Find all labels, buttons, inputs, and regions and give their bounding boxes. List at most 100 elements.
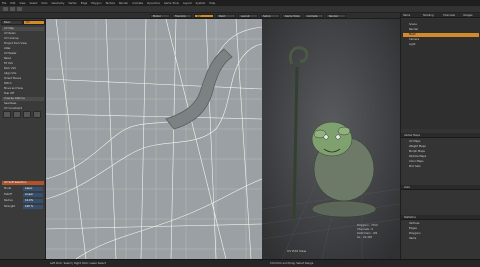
menu-item-edge[interactable]: Edge: [81, 2, 88, 5]
left-item-16[interactable]: UV Constraint: [2, 107, 44, 111]
tab-basic[interactable]: Basic: [1, 20, 23, 25]
prop-value-1[interactable]: Linear: [23, 193, 43, 197]
uv-tool-icon-1[interactable]: [3, 111, 11, 118]
main-toolbar: [0, 6, 480, 13]
map-item-4[interactable]: Color Maps: [403, 160, 479, 164]
menu-item-texture[interactable]: Texture: [105, 2, 115, 5]
left-item-12[interactable]: Move and Sew: [2, 87, 44, 91]
left-item-15[interactable]: Seamless: [2, 102, 44, 106]
menu-item-vertex[interactable]: Vertex: [68, 2, 76, 5]
prop-value-3[interactable]: 100 %: [23, 205, 43, 209]
left-item-11[interactable]: Stitch: [2, 82, 44, 86]
vertex-maps-title: Vertex Maps: [404, 134, 420, 137]
scene-item-2[interactable]: Mesh: [403, 33, 479, 37]
menu-item-layout[interactable]: Layout: [183, 2, 192, 5]
left-item-0[interactable]: UV Map: [2, 27, 44, 31]
tab-paint[interactable]: Paint: [216, 14, 236, 18]
left-item-2[interactable]: UV Unwrap: [2, 37, 44, 41]
scene-item-3[interactable]: Camera: [403, 38, 479, 42]
map-item-5[interactable]: Pick Sets: [403, 165, 479, 169]
vertex-maps-header: Vertex Maps: [401, 133, 480, 138]
uv-viewport[interactable]: [46, 19, 262, 259]
tab-model[interactable]: Model: [150, 14, 170, 18]
prop-label-1: Falloff: [4, 193, 12, 196]
right-panel: Vertex Maps Lists Statistics Items Shadin…: [400, 13, 480, 259]
left-item-4[interactable]: Atlas: [2, 47, 44, 51]
map-item-1[interactable]: Weight Maps: [403, 145, 479, 149]
left-item-1[interactable]: UV Relax: [2, 32, 44, 36]
viewport-stat-1: Channels : 0: [357, 228, 374, 231]
statistics-title: Statistics: [404, 216, 416, 219]
lists-title: Lists: [404, 186, 410, 189]
menu-item-game-tools[interactable]: Game Tools: [164, 2, 179, 5]
scene-item-4[interactable]: Light: [403, 43, 479, 47]
right-tab-items[interactable]: Items: [403, 14, 410, 17]
left-item-3[interactable]: Project from View: [2, 42, 44, 46]
left-item-5[interactable]: UV Peeler: [2, 52, 44, 56]
tool-icon-2[interactable]: [10, 7, 15, 11]
prop-label-2: Radius: [4, 199, 13, 202]
lists-header: Lists: [401, 185, 480, 190]
scene-item-0[interactable]: Scene: [403, 23, 479, 27]
right-tab-channels[interactable]: Channels: [443, 14, 455, 17]
uv-tool-icon-4[interactable]: [33, 111, 41, 118]
3d-viewport[interactable]: UV Edit View Polygons : 7310 Channels : 0…: [262, 19, 400, 259]
model-render: UV Edit View: [262, 19, 400, 259]
right-tab-shading[interactable]: Shading: [423, 14, 434, 17]
tab-uv[interactable]: UV: [194, 14, 214, 18]
tab-game-tools[interactable]: Game Tools: [282, 14, 302, 18]
uv-tool-icon-2[interactable]: [13, 111, 21, 118]
menu-item-geometry[interactable]: Geometry: [51, 2, 64, 5]
map-item-3[interactable]: Particle Maps: [403, 155, 479, 159]
right-tab-images[interactable]: Images: [463, 14, 472, 17]
menu-item-render[interactable]: Render: [119, 2, 128, 5]
tab-topology[interactable]: Topology: [172, 14, 192, 18]
menu-item-select[interactable]: Select: [30, 2, 38, 5]
tab-animate[interactable]: Animate: [304, 14, 324, 18]
uv-tool-icon-3[interactable]: [23, 111, 31, 118]
tool-icon-3[interactable]: [17, 7, 22, 11]
prop-value-2[interactable]: 10.0%: [23, 199, 43, 203]
menu-item-help[interactable]: Help: [209, 2, 215, 5]
menu-item-file[interactable]: File: [2, 2, 6, 5]
prop-label-0: Mode: [4, 187, 12, 190]
menu-item-item[interactable]: Item: [42, 2, 48, 5]
map-item-0[interactable]: UV Maps: [403, 140, 479, 144]
stat-item-3: Items: [409, 237, 417, 240]
left-tool-panel: Basic UV UV Soft Selection UV Map UV Rela…: [0, 19, 46, 259]
scene-item-1[interactable]: Render: [403, 28, 479, 32]
status-right-text: Ctrl-Click and Drag: Select Range: [270, 262, 314, 265]
left-item-9[interactable]: Align UVs: [2, 72, 44, 76]
left-item-10[interactable]: Orient Pieces: [2, 77, 44, 81]
viewport-label: UV Edit View: [287, 249, 307, 253]
uv-grid: [46, 19, 262, 259]
stat-item-2: Polygons: [409, 232, 421, 235]
menu-item-dynamics[interactable]: Dynamics: [147, 2, 160, 5]
status-left-text: Left Click: Select | Right Click: Lasso …: [50, 262, 106, 265]
stat-item-1: Edges: [409, 227, 417, 230]
tool-properties-title: UV Soft Selection: [2, 181, 44, 185]
left-item-6[interactable]: Relax: [2, 57, 44, 61]
viewport-stat-2: Deformers : ON: [357, 232, 378, 235]
menu-item-system[interactable]: System: [196, 2, 206, 5]
menu-item-edit[interactable]: Edit: [10, 2, 15, 5]
menu-item-view[interactable]: View: [19, 2, 25, 5]
left-item-8[interactable]: Pack UVs: [2, 67, 44, 71]
viewport-stat-3: GL : 22,456: [357, 236, 373, 239]
menu-item-polygon[interactable]: Polygon: [91, 2, 101, 5]
viewport-stat-0: Polygons : 7310: [357, 224, 378, 227]
menu-item-animate[interactable]: Animate: [132, 2, 143, 5]
tab-uv[interactable]: UV: [23, 20, 45, 25]
tool-icon-1[interactable]: [3, 7, 8, 11]
left-item-14[interactable]: Unwrap Options: [2, 97, 44, 101]
tab-setup[interactable]: Setup: [260, 14, 280, 18]
prop-value-0[interactable]: Lasso: [23, 187, 43, 191]
left-item-13[interactable]: Tear Off: [2, 92, 44, 96]
status-bar: Left Click: Select | Right Click: Lasso …: [0, 259, 480, 267]
tab-render[interactable]: Render: [326, 14, 346, 18]
map-item-2[interactable]: Morph Maps: [403, 150, 479, 154]
left-item-7[interactable]: Fit UVs: [2, 62, 44, 66]
stat-item-0: Vertices: [409, 222, 420, 225]
statistics-header: Statistics: [401, 215, 480, 220]
tab-layout[interactable]: Layout: [238, 14, 258, 18]
